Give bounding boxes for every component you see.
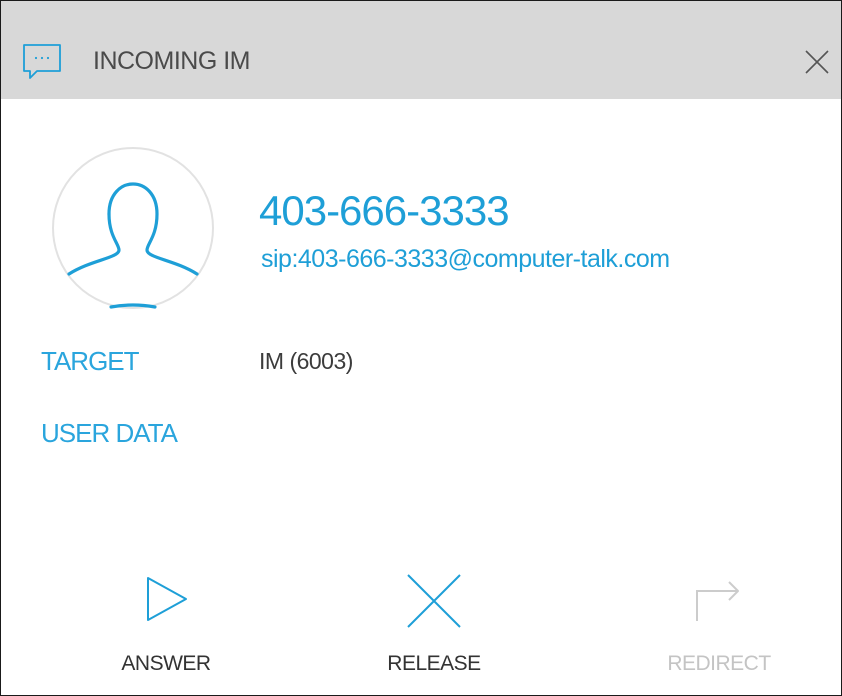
- target-value: IM (6003): [259, 348, 353, 374]
- release-label: RELEASE: [387, 652, 481, 675]
- title-bar: INCOMING IM: [1, 1, 841, 99]
- close-icon[interactable]: [803, 48, 831, 76]
- user-data-link[interactable]: USER DATA: [41, 416, 178, 450]
- release-button[interactable]: RELEASE: [324, 561, 544, 695]
- redirect-button[interactable]: REDIRECT: [609, 561, 829, 695]
- answer-button[interactable]: ANSWER: [56, 561, 276, 695]
- target-label: TARGET: [41, 346, 140, 376]
- redirect-arrow-icon: [696, 581, 739, 621]
- redirect-label: REDIRECT: [667, 652, 771, 675]
- answer-label: ANSWER: [121, 652, 211, 675]
- user-avatar-icon: [52, 147, 214, 309]
- incoming-im-dialog: INCOMING IM 403-666-3333 sip:403-666-333…: [0, 0, 842, 696]
- play-icon: [147, 577, 187, 621]
- chat-bubble-icon: [23, 44, 61, 79]
- caller-sip-address: sip:403-666-3333@computer-talk.com: [261, 245, 670, 273]
- caller-number: 403-666-3333: [259, 187, 510, 234]
- dialog-title: INCOMING IM: [93, 47, 251, 75]
- x-icon: [407, 574, 461, 628]
